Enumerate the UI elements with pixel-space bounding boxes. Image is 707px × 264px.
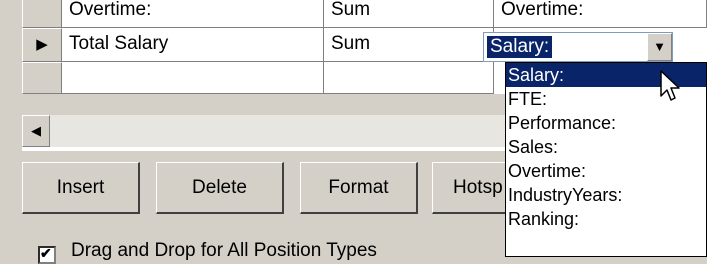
cell-text: Overtime:: [69, 0, 152, 20]
combo-dropdown-button[interactable]: ▼: [647, 33, 672, 61]
cell-text: Sum: [331, 33, 371, 54]
combo-selected-value: Salary:: [487, 36, 553, 58]
hotspot-button-label: Hotsp: [453, 177, 503, 198]
option-text: Salary:: [508, 65, 565, 85]
checkmark-icon: ✔: [40, 245, 52, 261]
row-header-current[interactable]: ▶: [22, 28, 62, 62]
format-button[interactable]: Format: [300, 162, 418, 214]
option-text: FTE:: [508, 89, 547, 109]
drag-drop-checkbox[interactable]: ✔: [38, 245, 56, 264]
insert-button[interactable]: Insert: [22, 162, 140, 214]
option-text: Performance:: [508, 113, 617, 133]
grid-cell-field[interactable]: Overtime:: [494, 0, 707, 28]
grid-cell-aggregate[interactable]: Sum: [324, 0, 494, 28]
row-header[interactable]: [22, 0, 62, 28]
current-row-icon: ▶: [36, 36, 48, 53]
delete-button[interactable]: Delete: [156, 162, 284, 214]
option-text: Ranking:: [508, 209, 580, 229]
row-header[interactable]: [22, 62, 62, 94]
format-button-label: Format: [328, 177, 389, 198]
dropdown-option[interactable]: Ranking:: [506, 207, 706, 231]
arrow-left-icon: ◀: [31, 123, 41, 138]
grid-cell-aggregate[interactable]: Sum: [324, 28, 494, 62]
option-text: Overtime:: [508, 161, 587, 181]
grid-cell-name[interactable]: [62, 62, 324, 94]
grid-cell-name[interactable]: Total Salary: [62, 28, 324, 62]
grid-empty-area: [22, 94, 505, 115]
scroll-left-button[interactable]: ◀: [22, 115, 50, 147]
grid-cell-aggregate[interactable]: [324, 62, 494, 94]
grid-cell-name[interactable]: Overtime:: [62, 0, 324, 28]
cell-text: Sum: [331, 0, 371, 20]
insert-button-label: Insert: [56, 177, 105, 198]
option-text: Sales:: [508, 137, 559, 157]
dropdown-option[interactable]: Overtime:: [506, 159, 706, 183]
chevron-down-icon: ▼: [653, 39, 666, 54]
field-combo-box[interactable]: Salary: ▼: [483, 32, 673, 62]
delete-button-label: Delete: [192, 177, 247, 198]
window-panel: [0, 0, 22, 257]
mouse-cursor-icon: [660, 70, 680, 101]
dropdown-option[interactable]: Sales:: [506, 135, 706, 159]
dropdown-option[interactable]: Performance:: [506, 111, 706, 135]
dropdown-option[interactable]: IndustryYears:: [506, 183, 706, 207]
drag-drop-checkbox-label: Drag and Drop for All Position Types: [71, 240, 377, 261]
cell-text: Total Salary: [69, 33, 169, 54]
cell-text: Overtime:: [501, 0, 584, 20]
option-text: IndustryYears:: [508, 185, 623, 205]
horizontal-scrollbar[interactable]: ◀: [22, 115, 505, 147]
